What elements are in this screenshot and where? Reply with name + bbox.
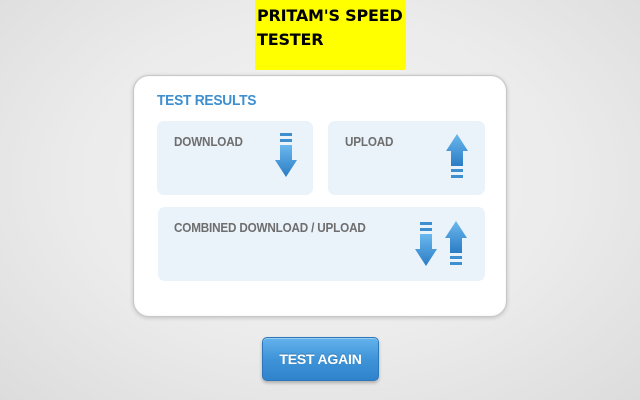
test-results-card: TEST RESULTS DOWNLOAD UPLOAD COMBINED DO… — [133, 75, 507, 317]
app-title: PRITAM'S SPEED TESTER — [255, 0, 406, 70]
arrow-down-icon — [275, 133, 297, 177]
upload-label: UPLOAD — [345, 134, 394, 149]
test-results-title: TEST RESULTS — [157, 92, 257, 109]
arrow-up-icon — [445, 221, 467, 265]
test-again-button[interactable]: TEST AGAIN — [262, 337, 379, 381]
arrow-down-icon — [415, 222, 437, 266]
download-label: DOWNLOAD — [174, 134, 243, 149]
combined-label: COMBINED DOWNLOAD / UPLOAD — [174, 220, 366, 235]
upload-panel: UPLOAD — [328, 121, 485, 195]
app-title-line-1: PRITAM'S SPEED — [257, 6, 403, 25]
download-panel: DOWNLOAD — [157, 121, 313, 195]
arrow-up-icon — [446, 134, 468, 178]
app-title-line-2: TESTER — [257, 30, 324, 49]
combined-panel: COMBINED DOWNLOAD / UPLOAD — [158, 207, 485, 281]
